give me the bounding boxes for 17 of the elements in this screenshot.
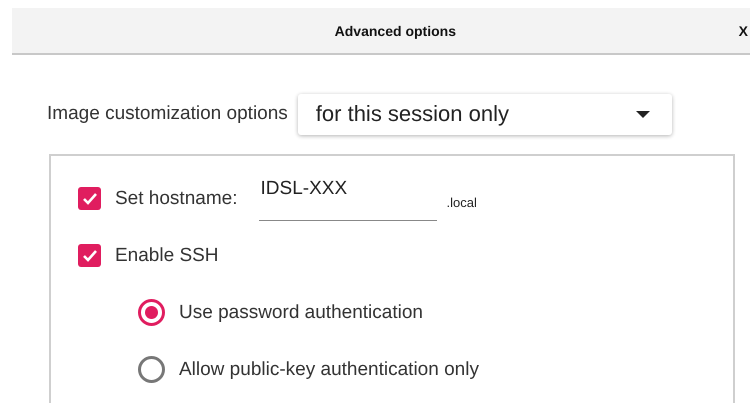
field-label: Image customization options [47,103,288,125]
check-icon [82,248,98,262]
checkbox[interactable] [78,244,101,267]
option-label: Allow public-key authentication only [179,358,479,380]
dropdown[interactable]: for this session only [298,94,672,134]
option-label: Enable SSH [115,244,219,266]
check-icon [82,192,98,206]
radio-button[interactable] [138,299,165,326]
option-label: Use password authentication [179,302,423,324]
option-label: Set hostname: [115,188,238,210]
hostname-field[interactable]: IDSL-XXX [258,176,437,220]
radio-button[interactable] [138,356,165,383]
caret-icon [636,110,650,118]
domain-suffix: .local [446,195,477,210]
close-button[interactable]: X [738,22,748,38]
window-title: Advanced options [334,22,457,38]
checkbox[interactable] [78,187,101,210]
